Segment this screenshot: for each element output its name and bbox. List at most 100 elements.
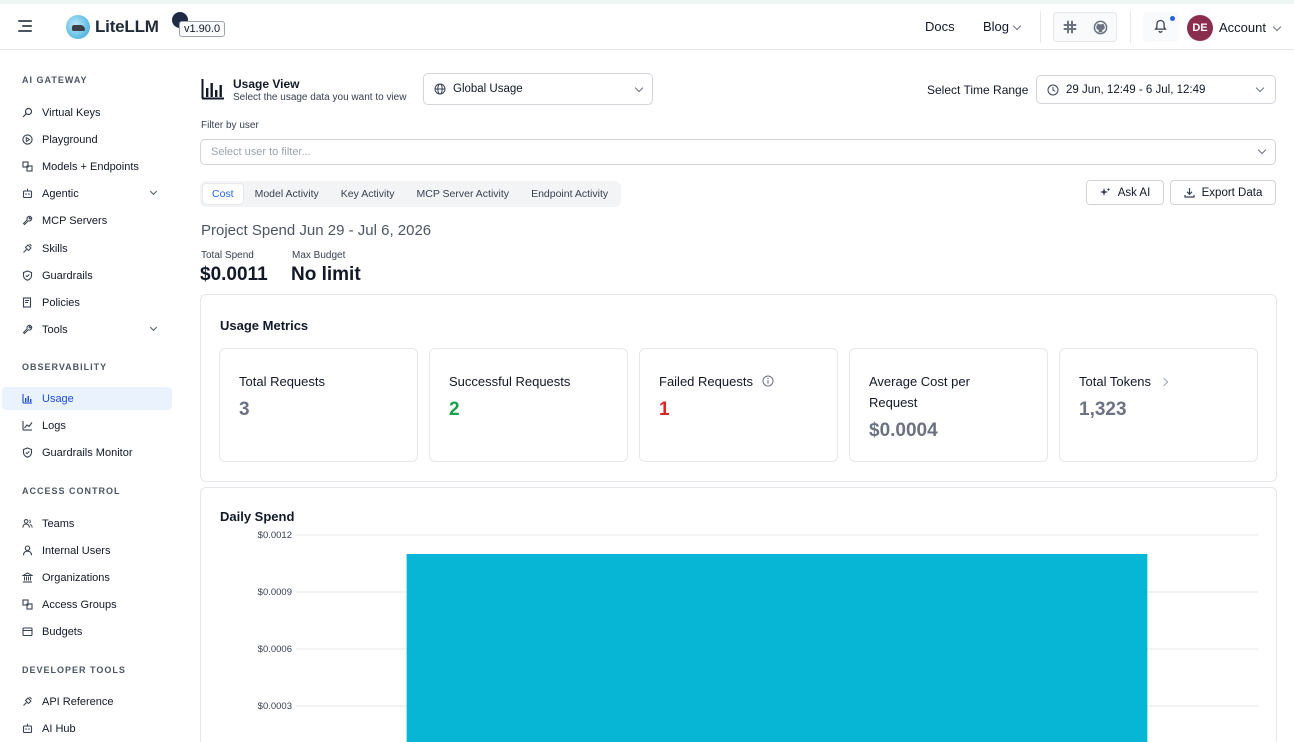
account-menu[interactable]: Account (1219, 20, 1282, 35)
section-title-developer-tools: DEVELOPER TOOLS (22, 665, 126, 675)
user-filter-placeholder: Select user to filter... (211, 146, 311, 158)
y-tick-label: $0.0012 (258, 530, 292, 541)
time-range-label: Select Time Range (927, 83, 1029, 97)
tab-endpoint-activity[interactable]: Endpoint Activity (520, 184, 619, 204)
sidebar-item-access-groups[interactable]: Access Groups (2, 593, 172, 616)
usage-metrics-title: Usage Metrics (220, 318, 309, 333)
usage-view-select[interactable]: Global Usage (423, 73, 653, 105)
docs-link[interactable]: Docs (925, 19, 955, 34)
blocks-icon (22, 161, 33, 172)
sidebar-item-models-endpoints[interactable]: Models + Endpoints (2, 155, 172, 178)
version-badge: v1.90.0 (179, 21, 226, 37)
brand-logo[interactable]: LiteLLM (66, 13, 159, 41)
time-range-picker[interactable]: 29 Jun, 12:49 - 6 Jul, 12:49 (1036, 75, 1276, 104)
blog-link[interactable]: Blog (983, 19, 1022, 34)
download-icon (1184, 188, 1195, 198)
notification-dot (1170, 16, 1175, 21)
max-budget-value: No limit (291, 264, 361, 285)
sidebar-item-teams[interactable]: Teams (2, 512, 172, 535)
bar-chart-icon (201, 79, 224, 100)
metric-card-average-cost: Average Cost per Request $0.0004 (849, 348, 1048, 462)
ask-ai-button[interactable]: Ask AI (1086, 180, 1164, 205)
chevron-down-icon (1272, 22, 1282, 32)
blocks-icon (22, 599, 33, 610)
top-header: LiteLLM v1.90.0 Docs Blog DE Account (0, 4, 1294, 50)
wrench-icon (22, 324, 33, 335)
github-icon[interactable] (1093, 20, 1108, 35)
metric-card-total-tokens[interactable]: Total Tokens 1,323 (1059, 348, 1258, 462)
chevron-right-icon[interactable] (1159, 377, 1168, 387)
plug-icon (22, 243, 33, 254)
info-icon[interactable] (762, 375, 774, 387)
brand-name: LiteLLM (95, 17, 159, 36)
sidebar-item-guardrails[interactable]: Guardrails (2, 264, 172, 287)
sidebar-item-internal-users[interactable]: Internal Users (2, 539, 172, 562)
usage-view-subtitle: Select the usage data you want to view (233, 92, 407, 103)
robot-icon (22, 723, 33, 734)
wallet-icon (22, 626, 33, 637)
section-title-observability: OBSERVABILITY (22, 362, 108, 372)
sidebar-item-virtual-keys[interactable]: Virtual Keys (2, 101, 172, 124)
sidebar-item-usage[interactable]: Usage (2, 387, 172, 410)
bell-icon (1154, 19, 1167, 33)
sidebar-item-policies[interactable]: Policies (2, 291, 172, 314)
menu-collapse-icon[interactable] (18, 19, 34, 33)
total-spend-value: $0.0011 (200, 264, 268, 285)
tab-key-activity[interactable]: Key Activity (330, 184, 406, 204)
tab-mcp-server-activity[interactable]: MCP Server Activity (405, 184, 520, 204)
sidebar-item-ai-hub[interactable]: AI Hub (2, 717, 172, 740)
sidebar-item-api-reference[interactable]: API Reference (2, 690, 172, 713)
clock-icon (1047, 84, 1059, 95)
sidebar-item-budgets[interactable]: Budgets (2, 620, 172, 643)
sidebar-item-mcp-servers[interactable]: MCP Servers (2, 209, 172, 232)
time-range-value: 29 Jun, 12:49 - 6 Jul, 12:49 (1066, 83, 1206, 96)
usage-view-selected: Global Usage (453, 83, 523, 95)
globe-icon (434, 83, 446, 95)
chevron-down-icon (1257, 145, 1267, 155)
metric-card-successful-requests: Successful Requests 2 (429, 348, 628, 462)
sidebar-item-logs[interactable]: Logs (2, 414, 172, 437)
sidebar-item-organizations[interactable]: Organizations (2, 566, 172, 589)
tab-model-activity[interactable]: Model Activity (244, 184, 330, 204)
export-data-button[interactable]: Export Data (1170, 180, 1276, 205)
community-links (1053, 12, 1117, 42)
sparkle-icon (1099, 187, 1111, 196)
tool-icon (22, 215, 33, 226)
metric-label: Successful Requests (449, 374, 571, 389)
slack-icon[interactable] (1063, 20, 1077, 34)
metric-value: 1 (659, 399, 670, 420)
metric-label: Total Tokens (1079, 374, 1152, 389)
metric-label: Total Requests (239, 374, 325, 389)
notifications-button[interactable] (1143, 12, 1179, 42)
metric-label: Average Cost per Request (869, 374, 970, 410)
sidebar-item-skills[interactable]: Skills (2, 237, 172, 260)
usage-metrics-panel: Usage Metrics Total Requests 3 Successfu… (200, 294, 1277, 482)
user-filter-select[interactable]: Select user to filter... (200, 139, 1276, 165)
usage-view-title: Usage View (233, 77, 300, 91)
tab-cost[interactable]: Cost (202, 183, 244, 205)
play-circle-icon (22, 134, 33, 145)
metric-value: 2 (449, 399, 460, 420)
chart-bar[interactable] (406, 554, 1148, 742)
metric-value: 3 (239, 399, 250, 420)
section-title-ai-gateway: AI GATEWAY (22, 75, 88, 85)
project-spend-title: Project Spend Jun 29 - Jul 6, 2026 (201, 222, 432, 239)
key-icon (22, 107, 33, 118)
metric-value: $0.0004 (869, 420, 938, 441)
metric-card-total-requests: Total Requests 3 (219, 348, 418, 462)
sidebar-item-agentic[interactable]: Agentic (2, 182, 172, 205)
line-chart-icon (22, 420, 33, 431)
sidebar-item-guardrails-monitor[interactable]: Guardrails Monitor (2, 441, 172, 464)
plug-icon (22, 696, 33, 707)
bank-icon (22, 572, 33, 583)
document-check-icon (22, 297, 33, 308)
sidebar-item-playground[interactable]: Playground (2, 128, 172, 151)
bar-chart-icon (22, 393, 33, 404)
metric-label: Failed Requests (659, 374, 753, 389)
sidebar-item-tools[interactable]: Tools (2, 318, 172, 341)
filter-by-user-label: Filter by user (201, 120, 259, 131)
avatar[interactable]: DE (1187, 15, 1213, 41)
metric-value: 1,323 (1079, 399, 1127, 420)
chevron-down-icon (149, 187, 158, 196)
chevron-down-icon (149, 323, 158, 332)
